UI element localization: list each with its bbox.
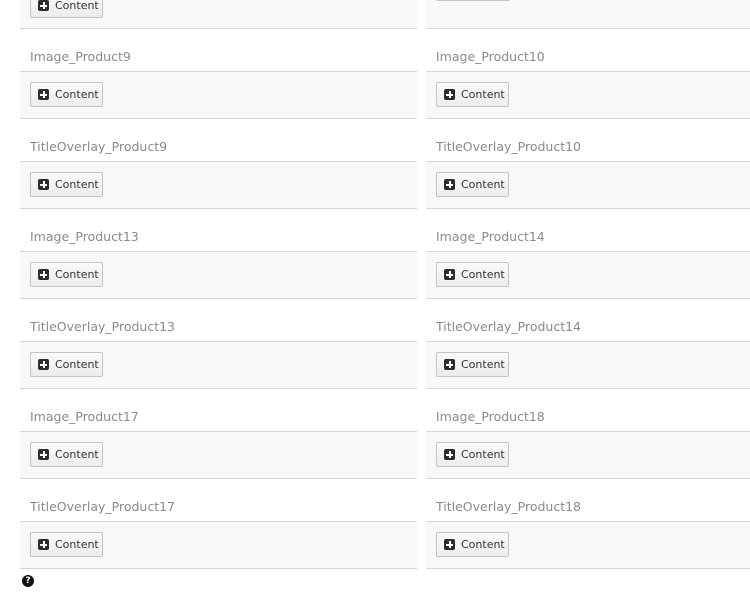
section-title: Image_Product9 <box>30 49 131 64</box>
section-body: Content <box>426 162 750 209</box>
add-content-button[interactable]: Content <box>436 532 509 557</box>
section-body: Content <box>20 342 417 389</box>
section-body: Content <box>20 162 417 209</box>
add-content-button[interactable]: Content <box>436 82 509 107</box>
section-title: Image_Product17 <box>30 409 139 424</box>
left-column: Content Image_Product9 Content TitleOverla… <box>20 0 417 569</box>
section-body: Content <box>20 432 417 479</box>
plus-icon <box>38 179 49 190</box>
right-column: Image_Product10 Content TitleOverlay_Produ… <box>426 0 750 569</box>
add-content-button[interactable]: Content <box>436 172 509 197</box>
add-content-button[interactable]: Content <box>30 0 103 18</box>
section-body: Content <box>20 252 417 299</box>
add-content-button[interactable]: Content <box>30 532 103 557</box>
section-body: Content <box>426 522 750 569</box>
add-content-button[interactable]: Content <box>30 352 103 377</box>
content-button-label: Content <box>461 357 505 371</box>
plus-icon <box>38 359 49 370</box>
add-content-button[interactable]: Content <box>30 262 103 287</box>
section-title: TitleOverlay_Product13 <box>30 319 176 334</box>
plus-icon <box>38 269 49 280</box>
section-header: Image_Product13 <box>20 209 417 252</box>
plus-icon <box>38 539 49 550</box>
section-header: TitleOverlay_Product10 <box>426 119 750 162</box>
section-header: Image_Product17 <box>20 389 417 432</box>
section-header: Image_Product14 <box>426 209 750 252</box>
content-button-label: Content <box>461 447 505 461</box>
content-button-label: Content <box>461 267 505 281</box>
plus-icon <box>444 449 455 460</box>
plus-icon <box>444 89 455 100</box>
add-content-button[interactable]: Content <box>30 442 103 467</box>
section-body: Content <box>426 252 750 299</box>
add-content-button[interactable]: Content <box>30 82 103 107</box>
section-header: TitleOverlay_Product9 <box>20 119 417 162</box>
section-title: Image_Product10 <box>436 49 545 64</box>
add-content-button-partial[interactable] <box>436 0 510 1</box>
section-header: TitleOverlay_Product17 <box>20 479 417 522</box>
plus-icon <box>444 269 455 280</box>
section-header: Image_Product9 <box>20 29 417 72</box>
section-title: TitleOverlay_Product18 <box>436 499 582 514</box>
content-button-label: Content <box>461 537 505 551</box>
section-header: Image_Product10 <box>426 29 750 72</box>
add-content-button[interactable]: Content <box>436 442 509 467</box>
section-title: TitleOverlay_Product14 <box>436 319 582 334</box>
content-button-label: Content <box>55 267 99 281</box>
section-title: TitleOverlay_Product17 <box>30 499 176 514</box>
section-header: TitleOverlay_Product18 <box>426 479 750 522</box>
section-header: Image_Product18 <box>426 389 750 432</box>
add-content-button[interactable]: Content <box>436 352 509 377</box>
section-body: Content <box>426 72 750 119</box>
section-body: Content <box>426 342 750 389</box>
plus-icon <box>444 179 455 190</box>
section-body: Content <box>20 72 417 119</box>
section-body: Content <box>20 522 417 569</box>
content-button-label: Content <box>461 177 505 191</box>
section-title: TitleOverlay_Product9 <box>30 139 168 154</box>
content-button-label: Content <box>55 537 99 551</box>
content-button-label: Content <box>55 177 99 191</box>
section-body: Content <box>426 432 750 479</box>
section-body-partial <box>426 0 750 29</box>
section-header: TitleOverlay_Product14 <box>426 299 750 342</box>
add-content-button[interactable]: Content <box>436 262 509 287</box>
section-body-partial: Content <box>20 0 417 29</box>
section-title: Image_Product14 <box>436 229 545 244</box>
plus-icon <box>444 539 455 550</box>
content-button-label: Content <box>461 87 505 101</box>
content-button-label: Content <box>55 87 99 101</box>
plus-icon <box>38 89 49 100</box>
section-title: TitleOverlay_Product10 <box>436 139 582 154</box>
question-circle-icon[interactable]: ? <box>22 575 34 587</box>
add-content-button[interactable]: Content <box>30 172 103 197</box>
section-title: Image_Product13 <box>30 229 139 244</box>
section-header: TitleOverlay_Product13 <box>20 299 417 342</box>
plus-icon <box>444 359 455 370</box>
plus-icon <box>38 449 49 460</box>
content-button-label: Content <box>55 0 99 12</box>
content-button-label: Content <box>55 447 99 461</box>
section-title: Image_Product18 <box>436 409 545 424</box>
content-button-label: Content <box>55 357 99 371</box>
plus-icon <box>38 0 49 11</box>
